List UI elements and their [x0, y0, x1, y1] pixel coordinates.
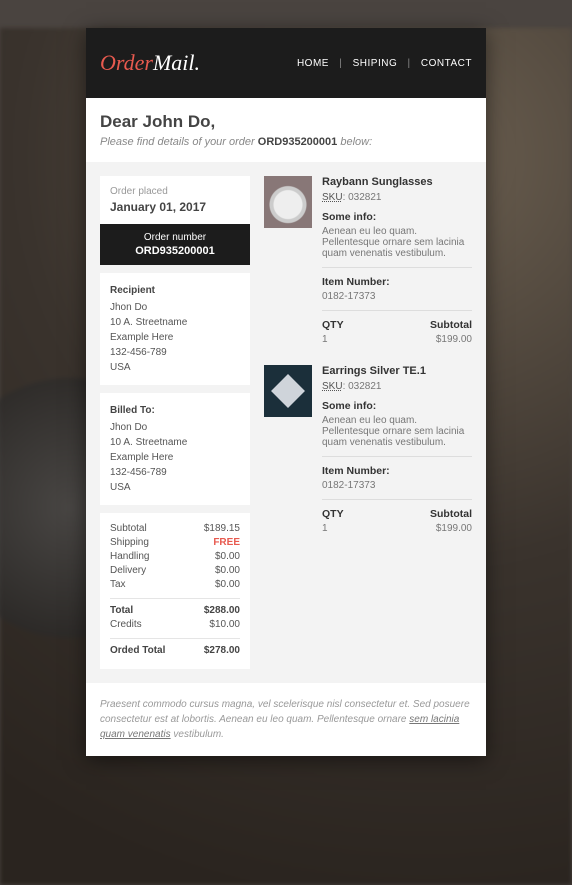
billed-zip: 132-456-789 — [110, 465, 240, 480]
greeting-before: Please find details of your order — [100, 136, 258, 148]
recipient-zip: 132-456-789 — [110, 345, 240, 360]
greeting-after: below: — [337, 136, 372, 148]
greeting-heading: Dear John Do, — [100, 112, 472, 132]
email-container: OrderMail. HOME | SHIPING | CONTACT Dear… — [86, 28, 486, 756]
item-subtotal-label: Subtotal — [430, 508, 472, 520]
tax-value: $0.00 — [215, 579, 240, 590]
info-label: Some info: — [322, 211, 472, 223]
qty-label: QTY — [322, 319, 344, 331]
billed-card: Billed To: Jhon Do 10 A. Streetname Exam… — [100, 393, 250, 505]
nav-shipping[interactable]: SHIPING — [353, 58, 398, 69]
order-number-block: Order number ORD935200001 — [100, 224, 250, 265]
item-number-label: Item Number: — [322, 465, 472, 477]
delivery-value: $0.00 — [215, 565, 240, 576]
greeting-block: Dear John Do, Please find details of you… — [86, 98, 486, 162]
subtotal-value: $189.15 — [204, 523, 240, 534]
sku-value: 032821 — [348, 381, 381, 392]
shipping-label: Shipping — [110, 537, 149, 548]
grand-value: $278.00 — [204, 645, 240, 656]
handling-label: Handling — [110, 551, 149, 562]
billed-street: 10 A. Streetname — [110, 435, 240, 450]
total-label: Total — [110, 605, 133, 616]
item-number-value: 0182-17373 — [322, 291, 375, 302]
item-thumbnail — [264, 176, 312, 228]
order-item: Raybann Sunglasses SKU: 032821 Some info… — [264, 176, 472, 345]
info-text: Aenean eu leo quam. Pellentesque ornare … — [322, 415, 464, 448]
item-number-value: 0182-17373 — [322, 480, 375, 491]
nav-home[interactable]: HOME — [297, 58, 329, 69]
sku-label: SKU — [322, 192, 343, 203]
item-number-label: Item Number: — [322, 276, 472, 288]
recipient-card: Recipient Jhon Do 10 A. Streetname Examp… — [100, 273, 250, 385]
billed-title: Billed To: — [110, 403, 240, 418]
billed-city: Example Here — [110, 450, 240, 465]
greeting-order-ref: ORD935200001 — [258, 136, 338, 148]
credits-label: Credits — [110, 619, 142, 630]
order-placed-value: January 01, 2017 — [110, 200, 240, 214]
header-bar: OrderMail. HOME | SHIPING | CONTACT — [86, 28, 486, 98]
item-name: Raybann Sunglasses — [322, 176, 472, 188]
delivery-label: Delivery — [110, 565, 146, 576]
grand-label: Orded Total — [110, 645, 165, 656]
info-label: Some info: — [322, 400, 472, 412]
order-number-value: ORD935200001 — [100, 245, 250, 257]
total-value: $288.00 — [204, 605, 240, 616]
item-subtotal-label: Subtotal — [430, 319, 472, 331]
billed-country: USA — [110, 480, 240, 495]
recipient-city: Example Here — [110, 330, 240, 345]
recipient-title: Recipient — [110, 283, 240, 298]
order-placed-label: Order placed — [110, 186, 240, 197]
qty-value: 1 — [322, 334, 328, 345]
right-column: Raybann Sunglasses SKU: 032821 Some info… — [264, 176, 472, 669]
brand-part1: Order — [100, 50, 153, 75]
brand-logo: OrderMail. — [100, 50, 200, 76]
item-detail: Earrings Silver TE.1 SKU: 032821 Some in… — [322, 365, 472, 534]
order-item: Earrings Silver TE.1 SKU: 032821 Some in… — [264, 365, 472, 534]
left-column: Order placed January 01, 2017 Order numb… — [100, 176, 250, 669]
order-placed-card: Order placed January 01, 2017 Order numb… — [100, 176, 250, 265]
sku-label: SKU — [322, 381, 343, 392]
brand-part2: Mail. — [153, 50, 200, 75]
nav-sep: | — [339, 58, 342, 69]
credits-value: $10.00 — [209, 619, 240, 630]
recipient-country: USA — [110, 360, 240, 375]
footer-text-2: vestibulum. — [171, 729, 224, 740]
nav-contact[interactable]: CONTACT — [421, 58, 472, 69]
billed-name: Jhon Do — [110, 420, 240, 435]
item-subtotal-value: $199.00 — [436, 523, 472, 534]
handling-value: $0.00 — [215, 551, 240, 562]
item-name: Earrings Silver TE.1 — [322, 365, 472, 377]
recipient-name: Jhon Do — [110, 300, 240, 315]
order-number-label: Order number — [100, 232, 250, 243]
sku-value: 032821 — [348, 192, 381, 203]
greeting-line: Please find details of your order ORD935… — [100, 136, 472, 148]
qty-label: QTY — [322, 508, 344, 520]
top-nav: HOME | SHIPING | CONTACT — [297, 58, 472, 69]
shipping-value: FREE — [213, 537, 240, 548]
qty-value: 1 — [322, 523, 328, 534]
item-thumbnail — [264, 365, 312, 417]
tax-label: Tax — [110, 579, 126, 590]
footer-paragraph: Praesent commodo cursus magna, vel scele… — [86, 683, 486, 756]
recipient-street: 10 A. Streetname — [110, 315, 240, 330]
item-subtotal-value: $199.00 — [436, 334, 472, 345]
info-text: Aenean eu leo quam. Pellentesque ornare … — [322, 226, 464, 259]
main-content: Order placed January 01, 2017 Order numb… — [86, 162, 486, 683]
item-detail: Raybann Sunglasses SKU: 032821 Some info… — [322, 176, 472, 345]
totals-card: Subtotal $189.15 Shipping FREE Handling $0.… — [100, 513, 250, 669]
nav-sep: | — [408, 58, 411, 69]
subtotal-label: Subtotal — [110, 523, 147, 534]
